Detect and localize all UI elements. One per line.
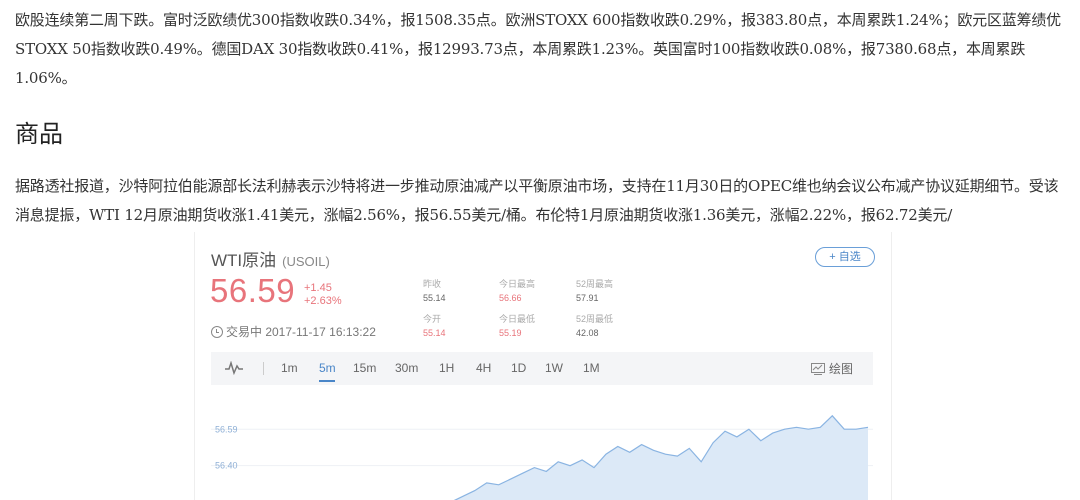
- stat-52w-high: 52周最高 57.91: [576, 278, 613, 304]
- draw-label: 绘图: [829, 362, 854, 376]
- last-price: 56.59: [210, 272, 296, 309]
- line-chart-icon[interactable]: [225, 361, 243, 375]
- tab-4h[interactable]: 4H: [476, 361, 491, 375]
- active-tab-indicator: [319, 380, 335, 382]
- change-percent: +2.63%: [304, 295, 342, 307]
- stat-value: 55.19: [499, 328, 522, 338]
- stat-day-high: 今日最高 56.66: [499, 278, 535, 304]
- trading-status-text: 交易中 2017-11-17 16:13:22: [226, 325, 376, 339]
- stat-label: 今日最低: [499, 314, 536, 324]
- stat-label: 昨收: [423, 279, 442, 289]
- instrument-title: WTI原油 (USOIL): [211, 246, 330, 271]
- stat-label: 52周最低: [576, 314, 614, 324]
- price-chart[interactable]: 56.59 56.40: [211, 389, 873, 500]
- stat-prev-close: 昨收 55.14: [423, 278, 446, 304]
- stat-52w-low: 52周最低 42.08: [576, 313, 613, 339]
- trading-status: 交易中 2017-11-17 16:13:22: [211, 323, 376, 340]
- instrument-name: WTI原油: [211, 251, 277, 270]
- draw-button[interactable]: 绘图: [811, 360, 853, 377]
- tab-divider: [263, 362, 264, 375]
- stat-value: 42.08: [576, 328, 599, 338]
- tab-1d[interactable]: 1D: [511, 361, 526, 375]
- stat-open: 今开 55.14: [423, 313, 446, 339]
- article-paragraph-oil: 据路透社报道，沙特阿拉伯能源部长法利赫表示沙特将进一步推动原油减产以平衡原油市场…: [15, 177, 1059, 224]
- tab-30m[interactable]: 30m: [395, 361, 418, 375]
- tab-5m[interactable]: 5m: [319, 361, 336, 375]
- quote-widget: WTI原油 (USOIL) + 自选 56.59 +1.45 +2.63% 昨收 …: [194, 232, 892, 500]
- monitor-icon: [811, 363, 825, 375]
- stat-value: 55.14: [423, 328, 446, 338]
- timeframe-tabbar: 1m 5m 15m 30m 1H 4H 1D 1W 1M 绘图: [211, 352, 873, 385]
- stat-value: 55.14: [423, 293, 446, 303]
- instrument-symbol: (USOIL): [282, 254, 330, 269]
- article-paragraph-europe: 欧股连续第二周下跌。富时泛欧绩优300指数收跌0.34%，报1508.35点。欧…: [15, 11, 1061, 87]
- stat-label: 今开: [423, 314, 442, 324]
- tab-15m[interactable]: 15m: [353, 361, 376, 375]
- y-tick-label: 56.59: [215, 424, 238, 434]
- stat-label: 52周最高: [576, 279, 614, 289]
- stat-label: 今日最高: [499, 279, 536, 289]
- tab-1m[interactable]: 1M: [583, 361, 600, 375]
- tab-1w[interactable]: 1W: [545, 361, 563, 375]
- price-change: +1.45 +2.63%: [304, 282, 342, 308]
- clock-icon: [211, 326, 223, 338]
- tab-1h[interactable]: 1H: [439, 361, 454, 375]
- add-watchlist-button[interactable]: + 自选: [815, 247, 875, 267]
- change-absolute: +1.45: [304, 282, 332, 294]
- y-tick-label: 56.40: [215, 461, 238, 471]
- stat-value: 57.91: [576, 293, 599, 303]
- stat-value: 56.66: [499, 293, 522, 303]
- tab-1m[interactable]: 1m: [281, 361, 298, 375]
- stat-day-low: 今日最低 55.19: [499, 313, 535, 339]
- section-title-commodities: 商品: [15, 120, 63, 148]
